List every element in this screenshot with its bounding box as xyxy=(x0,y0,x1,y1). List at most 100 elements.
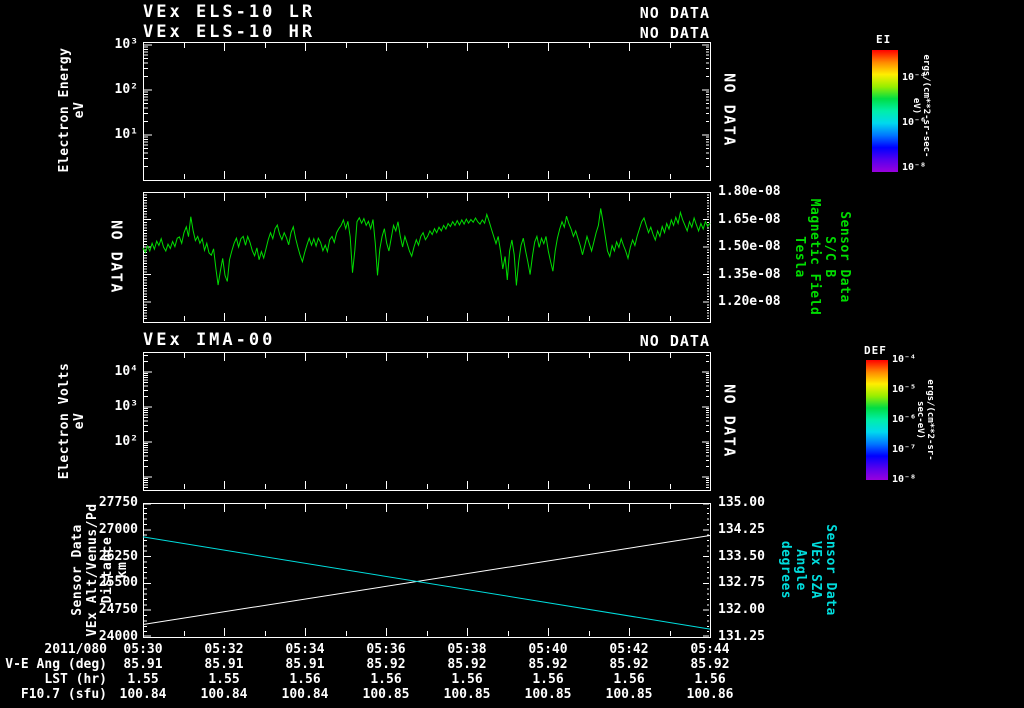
y-tick-label: 134.25 xyxy=(718,521,765,537)
panel-orb-frame xyxy=(143,503,711,638)
els-y-axis-title-line2: eV xyxy=(72,101,87,119)
y-tick-label: 10² xyxy=(114,82,138,97)
table-cell: 100.85 xyxy=(605,687,653,702)
colorbar-ei-tick-label: 10⁻⁴ xyxy=(902,72,927,83)
table-cell: 85.92 xyxy=(690,657,730,672)
mag-axis-title-line3: Magnetic Field xyxy=(807,198,822,316)
orbit-right-axis-title: Sensor Data VEx SZA Angle degrees xyxy=(778,524,838,616)
colorbar-ei-unit: ergs/(cm**2-sr-sec-eV) xyxy=(911,54,931,158)
time-label: 05:30 xyxy=(123,642,163,657)
table-cell: 1.56 xyxy=(451,672,483,687)
time-label: 05:36 xyxy=(366,642,406,657)
mag-axis-title: Sensor Data S/C B Magnetic Field Tesla xyxy=(792,199,852,316)
y-tick-label: 133.50 xyxy=(718,548,765,564)
table-cell: 85.92 xyxy=(447,657,487,672)
altitude-line xyxy=(142,535,711,625)
y-tick-label: 24750 xyxy=(98,602,138,618)
ima-y-axis-title: Electron Volts eV xyxy=(57,363,87,480)
table-cell: 85.91 xyxy=(123,657,163,672)
orbit-right-axis-title-line4: degrees xyxy=(778,540,793,600)
table-cell: 1.56 xyxy=(289,672,321,687)
table-cell: 1.56 xyxy=(613,672,645,687)
colorbar-def-tick-label: 10⁻⁷ xyxy=(892,444,917,455)
ima-y-axis-title-line2: eV xyxy=(72,412,87,430)
els-hr-status: NO DATA xyxy=(639,24,710,42)
y-tick-label: 1.35e-08 xyxy=(718,266,781,282)
panel-els-frame xyxy=(143,42,711,181)
ima-status: NO DATA xyxy=(639,332,710,350)
time-label: 05:44 xyxy=(690,642,730,657)
mag-axis-title-line1: Sensor Data xyxy=(837,211,852,303)
time-label: 05:38 xyxy=(447,642,487,657)
mag-axis-title-line4: Tesla xyxy=(792,236,807,278)
row-label-f107: F10.7 (sfu) xyxy=(20,687,107,702)
y-tick-label: 135.00 xyxy=(718,495,765,510)
y-tick-label: 10³ xyxy=(114,399,138,414)
colorbar-ei-tick-label: 10⁻⁸ xyxy=(902,162,927,173)
table-cell: 100.84 xyxy=(119,687,167,702)
table-cell: 100.85 xyxy=(362,687,410,702)
y-tick-label: 10⁴ xyxy=(114,364,138,379)
table-cell: 85.91 xyxy=(204,657,244,672)
table-cell: 1.56 xyxy=(532,672,564,687)
sza-line xyxy=(142,536,711,630)
colorbar-def xyxy=(866,360,888,480)
colorbar-ei xyxy=(872,50,898,172)
table-cell: 100.84 xyxy=(281,687,329,702)
colorbar-def-tick-label: 10⁻⁴ xyxy=(892,354,917,365)
table-cell: 1.55 xyxy=(127,672,159,687)
colorbar-def-title: DEF xyxy=(864,344,887,357)
els-y-axis-title-line1: Electron Energy xyxy=(57,47,72,173)
time-label: 05:42 xyxy=(609,642,649,657)
plot-page: VEx ELS-10 LR VEx ELS-10 HR NO DATA NO D… xyxy=(0,0,1024,708)
y-tick-label: 1.80e-08 xyxy=(718,184,781,199)
colorbar-def-unit: ergs/(cm**2-sr-sec-eV) xyxy=(915,379,935,461)
table-cell: 100.85 xyxy=(443,687,491,702)
ima-y-axis-title-line1: Electron Volts xyxy=(57,362,72,480)
row-label-lst: LST (hr) xyxy=(44,672,107,687)
y-tick-label: 27000 xyxy=(98,521,138,537)
orbit-right-axis-title-line3: Angle xyxy=(793,549,808,591)
panel-ima-title: VEx IMA-00 xyxy=(143,330,276,350)
y-tick-label: 25500 xyxy=(98,575,138,591)
table-cell: 1.56 xyxy=(694,672,726,687)
magnetic-field-trace xyxy=(142,208,711,286)
table-cell: 85.92 xyxy=(528,657,568,672)
els-nodata-label: NO DATA xyxy=(720,73,739,147)
colorbar-def-tick-label: 10⁻⁶ xyxy=(892,414,917,425)
table-cell: 1.55 xyxy=(208,672,240,687)
time-label: 05:40 xyxy=(528,642,568,657)
panel-ima-frame xyxy=(143,352,711,491)
ima-nodata-label: NO DATA xyxy=(720,384,739,458)
table-cell: 100.84 xyxy=(200,687,248,702)
time-label: 05:34 xyxy=(285,642,325,657)
y-tick-label: 27750 xyxy=(98,495,138,510)
mag-axis-title-line2: S/C B xyxy=(822,236,837,278)
els-y-axis-title: Electron Energy eV xyxy=(57,48,87,173)
y-tick-label: 1.20e-08 xyxy=(718,294,781,309)
table-cell: 1.56 xyxy=(370,672,402,687)
colorbar-def-tick-label: 10⁻⁵ xyxy=(892,384,917,395)
colorbar-def-tick-label: 10⁻⁸ xyxy=(892,474,917,485)
els-lr-status: NO DATA xyxy=(639,4,710,22)
row-label-ve-ang: V-E Ang (deg) xyxy=(5,657,107,672)
table-cell: 85.92 xyxy=(366,657,406,672)
table-cell: 100.86 xyxy=(686,687,734,702)
date-label: 2011/080 xyxy=(44,642,107,657)
panel-mag-frame xyxy=(143,192,711,323)
orbit-right-axis-title-line1: Sensor Data xyxy=(823,524,838,616)
y-tick-label: 132.75 xyxy=(718,575,765,591)
panel-els-title-hr: VEx ELS-10 HR xyxy=(143,22,316,42)
panel-els-title-lr: VEx ELS-10 LR xyxy=(143,2,316,22)
y-tick-label: 132.00 xyxy=(718,602,765,618)
y-tick-label: 1.65e-08 xyxy=(718,211,781,227)
y-tick-label: 10² xyxy=(114,434,138,449)
y-tick-label: 10¹ xyxy=(114,127,138,142)
colorbar-ei-tick-label: 10⁻⁶ xyxy=(902,117,927,128)
time-label: 05:32 xyxy=(204,642,244,657)
table-cell: 85.91 xyxy=(285,657,325,672)
y-tick-label: 10³ xyxy=(114,37,138,52)
y-tick-label: 26250 xyxy=(98,548,138,564)
y-tick-label: 1.50e-08 xyxy=(718,239,781,254)
table-cell: 85.92 xyxy=(609,657,649,672)
